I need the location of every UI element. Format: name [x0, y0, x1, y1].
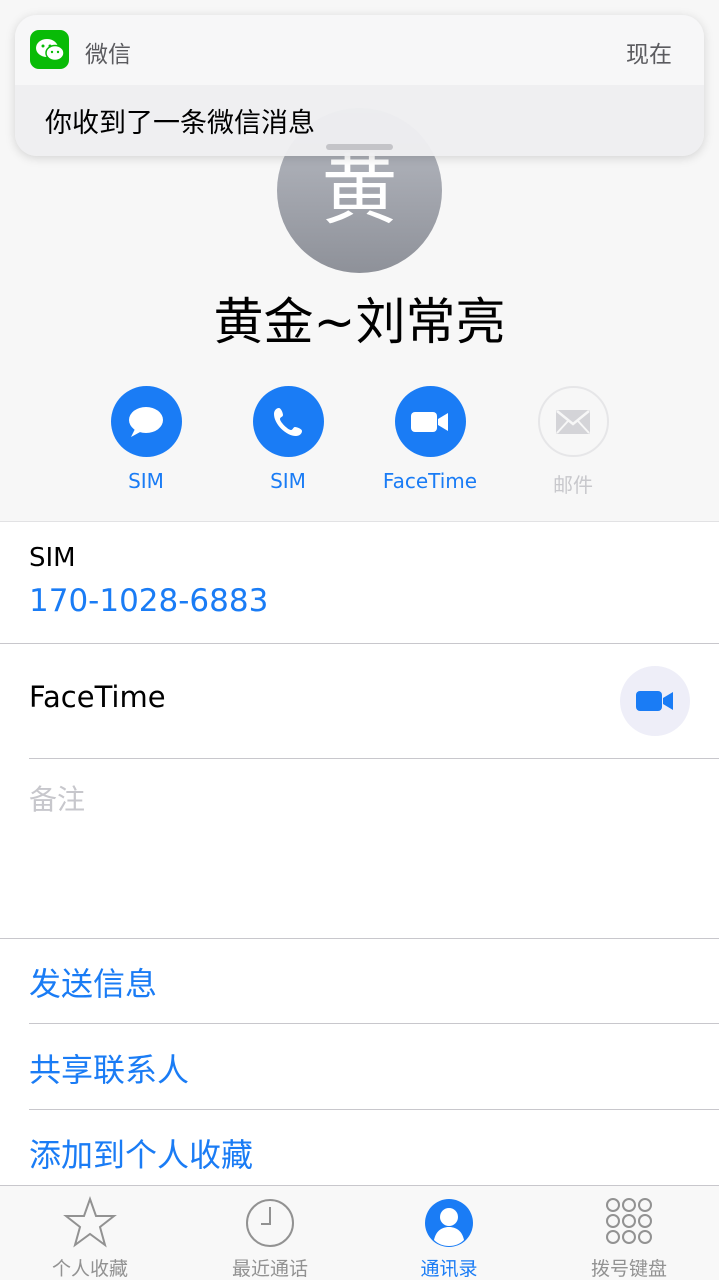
notes-placeholder: 备注 — [29, 783, 86, 816]
phone-icon — [252, 386, 324, 457]
contact-name: 黄金~刘常亮 — [213, 293, 506, 351]
message-action-label: SIM — [128, 469, 164, 493]
facetime-action-label: FaceTime — [382, 469, 478, 493]
notification-time: 现在 — [626, 42, 672, 68]
share-contact-link[interactable]: 共享联系人 — [29, 1045, 189, 1091]
tab-recents-label: 最近通话 — [231, 1258, 308, 1280]
notification-header: 微信 现在 — [15, 15, 704, 85]
tab-favorites[interactable]: 个人收藏 — [0, 1186, 180, 1280]
video-camera-icon — [636, 691, 673, 711]
tab-contacts-label: 通讯录 — [420, 1258, 478, 1280]
phone-number[interactable]: 170-1028-6883 — [29, 583, 268, 619]
notification-message: 你收到了一条微信消息 — [45, 108, 315, 139]
facetime-video-button[interactable] — [620, 666, 690, 736]
mail-icon — [537, 386, 609, 457]
facetime-label: FaceTime — [29, 680, 166, 714]
add-to-favorites-row[interactable]: 添加到个人收藏 — [0, 1110, 719, 1195]
contact-detail-screen: 黄 黄金~刘常亮 SIM SIM FaceTime 邮件 SIM 170-102… — [0, 0, 719, 1280]
add-to-favorites-link[interactable]: 添加到个人收藏 — [29, 1130, 253, 1176]
tab-favorites-label: 个人收藏 — [51, 1258, 128, 1280]
message-action-button[interactable]: SIM — [75, 386, 217, 496]
wechat-icon — [30, 30, 69, 69]
tab-keypad-label: 拨号键盘 — [590, 1258, 667, 1280]
notification-app-name: 微信 — [85, 42, 131, 68]
quick-actions: SIM SIM FaceTime 邮件 — [75, 386, 644, 497]
video-camera-icon — [394, 386, 466, 457]
contacts-icon — [425, 1199, 473, 1247]
share-contact-row[interactable]: 共享联系人 — [0, 1025, 719, 1110]
facetime-action-button[interactable]: FaceTime — [359, 386, 501, 496]
phone-type-label: SIM — [29, 543, 76, 573]
tab-recents[interactable]: 最近通话 — [180, 1186, 360, 1280]
tab-keypad[interactable]: 拨号键盘 — [539, 1186, 719, 1280]
notes-field[interactable]: 备注 — [0, 760, 719, 939]
phone-row[interactable]: SIM 170-1028-6883 — [0, 522, 719, 644]
mail-action-button[interactable]: 邮件 — [502, 386, 644, 497]
message-icon — [110, 386, 182, 457]
call-action-label: SIM — [270, 469, 306, 493]
mail-action-label: 邮件 — [553, 473, 593, 497]
send-message-row[interactable]: 发送信息 — [0, 939, 719, 1024]
notification-grabber[interactable] — [326, 144, 393, 150]
clock-icon — [246, 1199, 294, 1247]
star-icon — [63, 1196, 117, 1248]
tab-bar: 个人收藏 最近通话 通讯录 拨号键盘 — [0, 1185, 719, 1280]
send-message-link[interactable]: 发送信息 — [29, 959, 157, 1005]
wechat-notification-banner[interactable]: 微信 现在 你收到了一条微信消息 — [15, 15, 704, 156]
facetime-row[interactable]: FaceTime — [0, 644, 719, 759]
keypad-icon — [606, 1198, 652, 1244]
tab-contacts[interactable]: 通讯录 — [359, 1186, 539, 1280]
call-action-button[interactable]: SIM — [217, 386, 359, 496]
